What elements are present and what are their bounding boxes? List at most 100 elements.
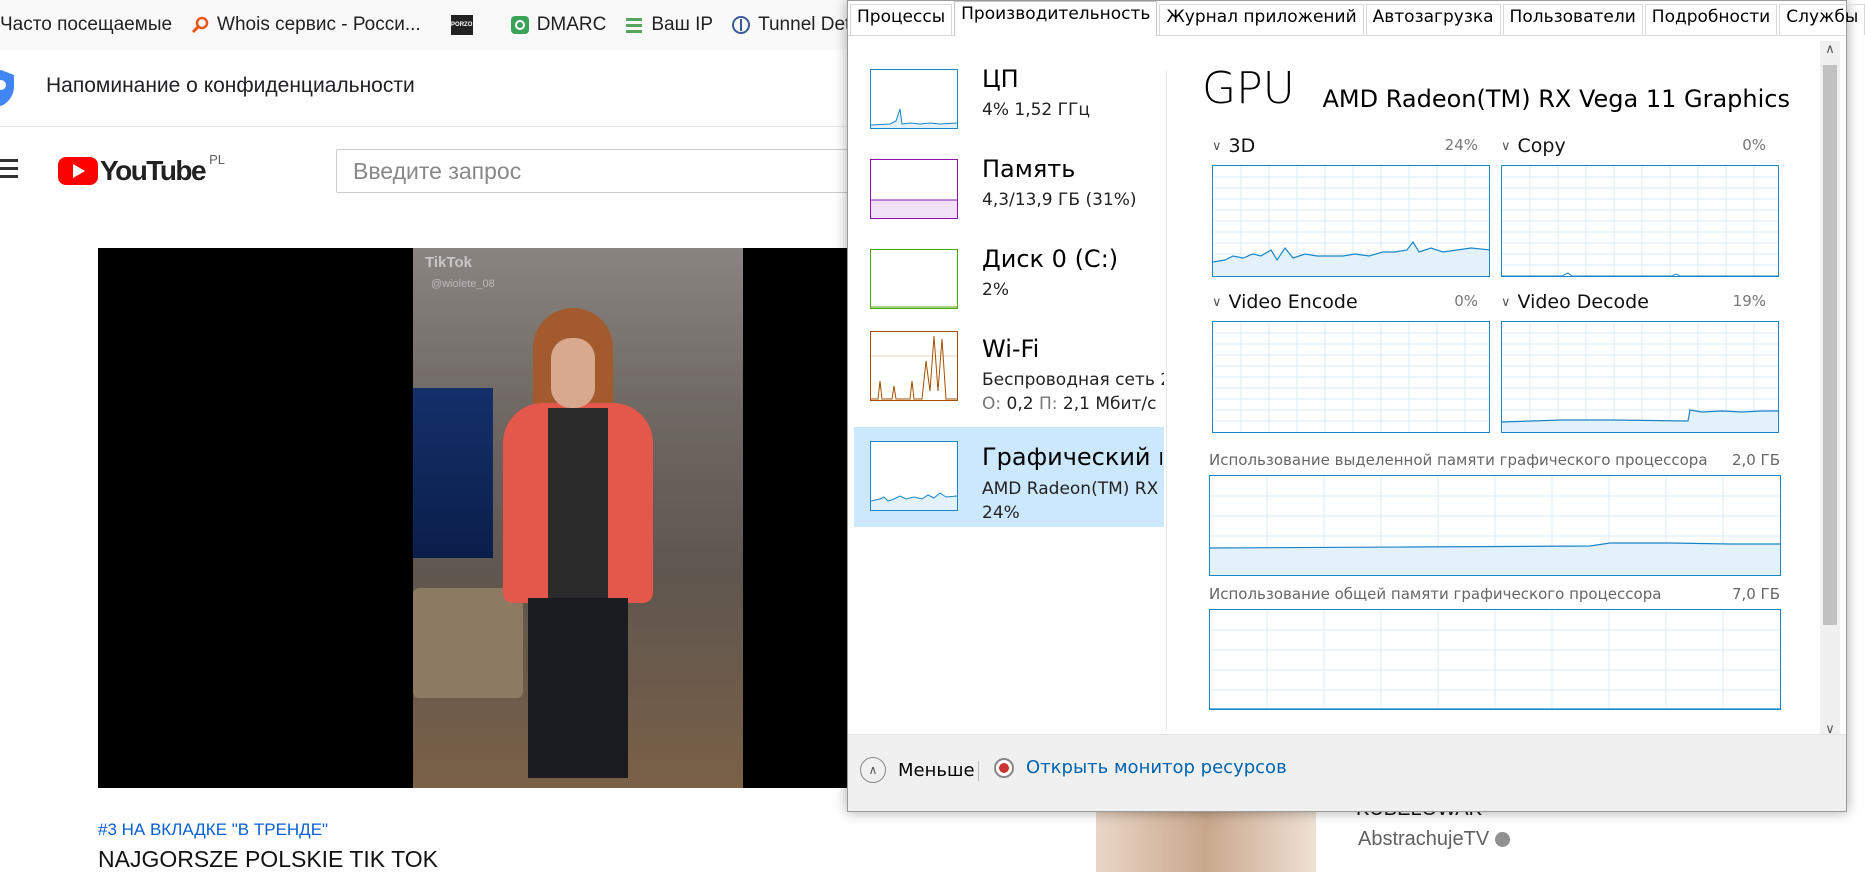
wifi-sparkline: [870, 331, 958, 401]
youtube-logo[interactable]: YouTube PL: [58, 151, 226, 187]
sidebar-sub: 4,3/13,9 ГБ (31%): [982, 190, 1137, 210]
engine-percent: 19%: [1732, 292, 1766, 310]
privacy-text: Напоминание о конфиденциальности: [46, 74, 415, 97]
engine-selector-3d[interactable]: ∨ 3D: [1212, 135, 1255, 157]
engine-name: Copy: [1517, 135, 1566, 157]
engine-name: 3D: [1228, 135, 1256, 157]
sidebar-sub: 2%: [982, 280, 1009, 300]
tiktok-watermark: TikTok: [425, 254, 472, 271]
window-backdrop: [413, 388, 493, 558]
engine-percent: 0%: [1742, 136, 1766, 154]
engine-graph-video-decode: [1501, 321, 1779, 433]
video-frame: TikTok @wiolete_08: [413, 248, 743, 788]
chevron-down-icon: ∨: [1212, 138, 1222, 154]
sidebar-item-cpu[interactable]: ЦП 4% 1,52 ГГц: [854, 57, 1164, 147]
chevron-down-icon: ∨: [1501, 138, 1511, 154]
sidebar-title: Графический процессор 0: [982, 443, 1162, 471]
panel-divider: [1166, 71, 1167, 731]
fewer-label: Меньше: [898, 759, 975, 781]
sidebar-title: Диск 0 (C:): [982, 245, 1119, 273]
sidebar-sub: AMD Radeon(TM) RX Vega 11 Graphics: [982, 479, 1164, 499]
footer-separator: [978, 761, 979, 781]
verified-icon: [1495, 832, 1511, 847]
dedicated-memory-graph: [1209, 475, 1781, 576]
engine-selector-copy[interactable]: ∨ Copy: [1501, 135, 1566, 157]
bookmark-whois[interactable]: Whois сервис - Росси...: [190, 14, 421, 36]
dmarc-icon: [510, 15, 530, 35]
sidebar-sub2: 24%: [982, 503, 1020, 523]
video-player[interactable]: TikTok @wiolete_08: [98, 248, 868, 788]
sidebar-item-disk[interactable]: Диск 0 (C:) 2%: [854, 237, 1164, 327]
ip-icon: [624, 15, 644, 35]
sidebar-sub: Беспроводная сеть 2: [982, 370, 1164, 390]
porzo-icon: PORZO: [450, 15, 473, 35]
tab-services[interactable]: Службы: [1779, 4, 1865, 35]
scrollbar[interactable]: ∧ ∨: [1820, 41, 1840, 741]
bookmark-frequent[interactable]: Часто посещаемые: [0, 14, 172, 36]
bookmark-label: Ваш IP: [651, 14, 714, 35]
trend-label[interactable]: #3 НА ВКЛАДКЕ "В ТРЕНДЕ": [98, 820, 328, 840]
dedicated-memory-label: Использование выделенной памяти графичес…: [1209, 451, 1708, 469]
chevron-down-icon: ∨: [1501, 294, 1511, 310]
dedicated-memory-max: 2,0 ГБ: [1731, 451, 1780, 469]
tab-performance[interactable]: Производительность: [954, 1, 1158, 36]
tab-users[interactable]: Пользователи: [1502, 4, 1643, 35]
send-label: О:: [982, 394, 1002, 414]
bookmark-label: Whois сервис - Росси...: [217, 14, 421, 35]
resource-monitor-icon: [994, 757, 1014, 778]
chevron-down-icon: ∨: [1212, 294, 1222, 310]
youtube-header: YouTube PL: [0, 127, 876, 211]
bookmark-porzo[interactable]: PORZO: [450, 15, 480, 35]
sidebar-item-gpu[interactable]: Графический процессор 0 AMD Radeon(TM) R…: [854, 427, 1164, 527]
open-resource-monitor-link[interactable]: Открыть монитор ресурсов: [994, 757, 1287, 778]
shared-memory-graph: [1209, 609, 1781, 710]
tab-app-history[interactable]: Журнал приложений: [1159, 4, 1364, 35]
shield-icon: [0, 70, 14, 106]
engine-name: Video Decode: [1517, 291, 1649, 313]
sidebar-item-memory[interactable]: Память 4,3/13,9 ГБ (31%): [854, 147, 1164, 237]
task-manager-window: Процессы Производительность Журнал прило…: [847, 0, 1865, 812]
recommended-channel[interactable]: AbstrachujeTV: [1358, 828, 1511, 851]
region-code: PL: [209, 151, 226, 167]
engine-selector-video-decode[interactable]: ∨ Video Decode: [1501, 291, 1649, 313]
send-value: 0,2: [1006, 394, 1034, 414]
youtube-wordmark: YouTube: [100, 155, 207, 186]
tab-bar: Процессы Производительность Журнал прило…: [848, 1, 1865, 36]
task-manager-footer: ∧ Меньше Открыть монитор ресурсов: [848, 734, 1846, 811]
sidebar-title: ЦП: [982, 65, 1019, 93]
scroll-thumb[interactable]: [1823, 65, 1837, 625]
recommended-thumbnail[interactable]: [1096, 812, 1316, 872]
search-input[interactable]: [336, 149, 876, 193]
engine-percent: 24%: [1444, 136, 1478, 154]
gpu-name: AMD Radeon(TM) RX Vega 11 Graphics: [1322, 85, 1791, 113]
bookmark-label: Часто посещаемые: [0, 14, 173, 35]
scroll-up-icon[interactable]: ∧: [1820, 41, 1840, 61]
cpu-sparkline: [870, 69, 958, 129]
sidebar-title: Память: [982, 155, 1076, 183]
receive-value: 2,1 Мбит/с: [1062, 394, 1157, 414]
bookmark-your-ip[interactable]: Ваш IP: [624, 14, 713, 36]
person-figure: [493, 308, 663, 778]
engine-percent: 0%: [1454, 292, 1478, 310]
tab-details[interactable]: Подробности: [1644, 4, 1778, 35]
engine-selector-video-encode[interactable]: ∨ Video Encode: [1212, 291, 1358, 313]
disk-sparkline: [870, 249, 958, 309]
resmon-label: Открыть монитор ресурсов: [1026, 757, 1287, 778]
fewer-details-button[interactable]: ∧ Меньше: [860, 757, 975, 783]
sidebar-item-wifi[interactable]: Wi-Fi Беспроводная сеть 2 О: 0,2 П: 2,1 …: [854, 327, 1164, 417]
tab-startup[interactable]: Автозагрузка: [1365, 4, 1501, 35]
magnifier-icon: [190, 15, 210, 35]
tab-processes[interactable]: Процессы: [850, 4, 953, 35]
gpu-title: GPU: [1202, 63, 1295, 114]
bookmarks-bar: Часто посещаемые Whois сервис - Росси...…: [0, 0, 879, 50]
performance-sidebar: ЦП 4% 1,52 ГГц Память 4,3/13,9 ГБ (31%) …: [854, 57, 1164, 547]
privacy-banner: Напоминание о конфиденциальности: [0, 50, 860, 127]
video-title: NAJGORSZE POLSKIE TIK TOK: [98, 846, 438, 872]
bookmark-dmarc[interactable]: DMARC: [510, 14, 606, 36]
tiktok-username: @wiolete_08: [431, 278, 495, 290]
memory-sparkline: [870, 159, 958, 219]
youtube-play-icon: [58, 157, 98, 185]
receive-label: П:: [1038, 394, 1058, 414]
shared-memory-label: Использование общей памяти графического …: [1209, 585, 1662, 603]
menu-icon[interactable]: [0, 159, 18, 183]
